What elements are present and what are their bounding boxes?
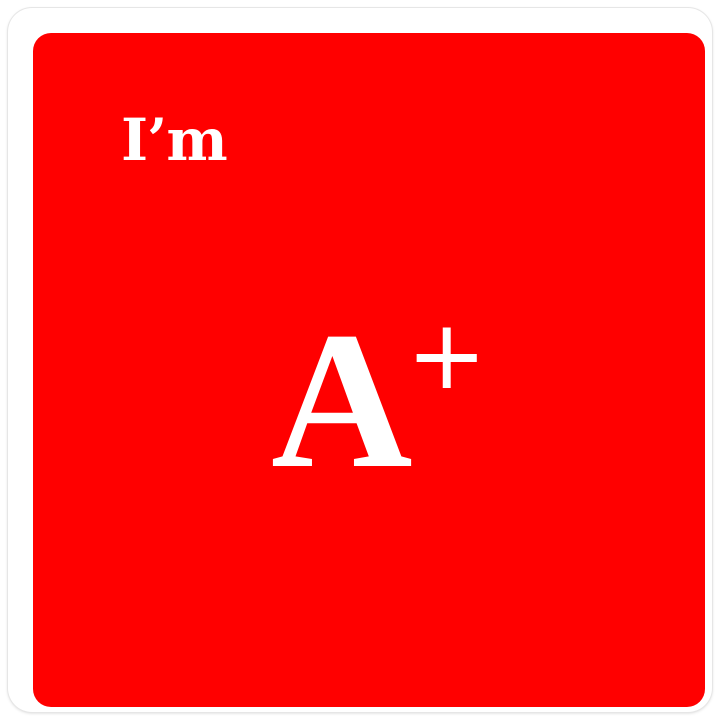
grade-plus-sign: + [406,299,487,411]
grade-letter: A [271,292,413,509]
prefix-text: I’m [121,106,228,174]
sticker-frame: I’m A+ [8,8,712,712]
grade-mark: A+ [271,303,487,499]
grade-card: I’m A+ [33,33,705,707]
